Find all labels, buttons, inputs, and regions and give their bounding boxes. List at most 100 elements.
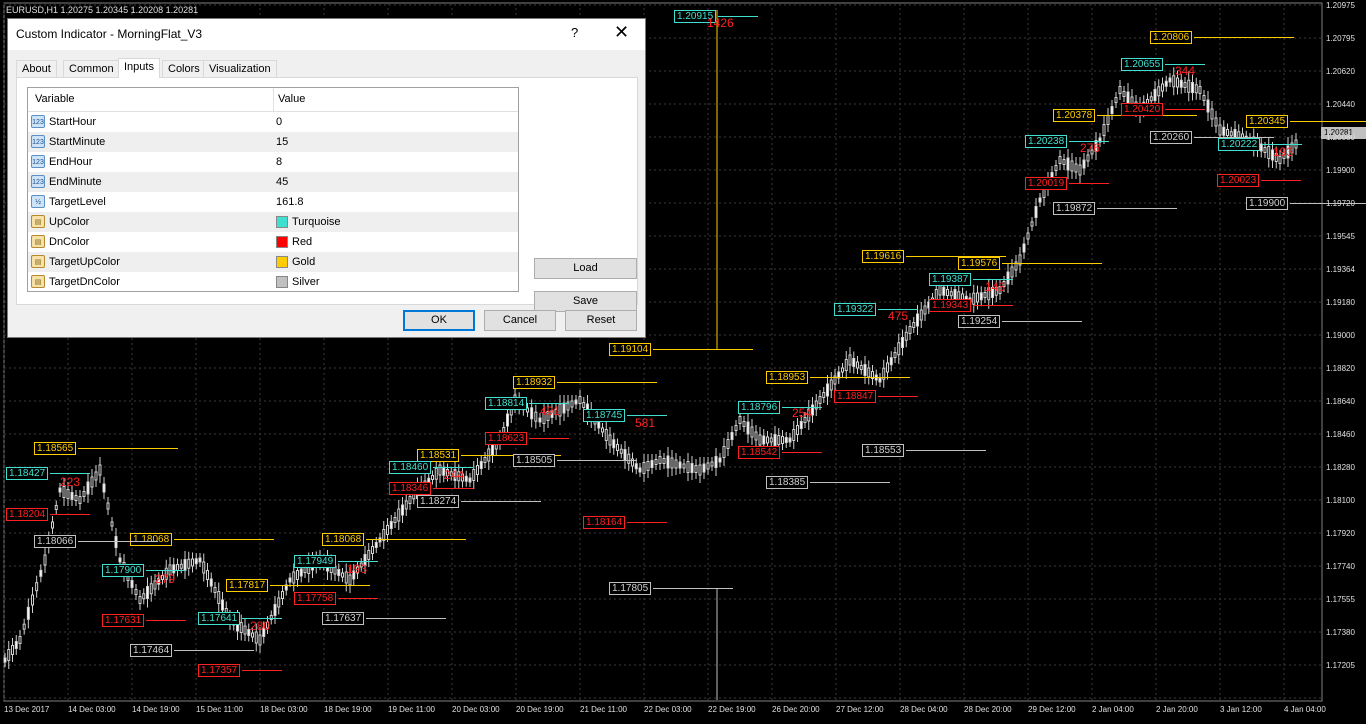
tab-about[interactable]: About [16,60,57,77]
table-row[interactable]: 123 EndMinute 45 [28,172,518,192]
candle [912,322,916,328]
param-value[interactable]: 8 [276,156,282,168]
level-line [78,541,158,542]
candle [792,429,796,441]
range-points-label: 279 [155,572,176,586]
tab-colors[interactable]: Colors [162,60,206,77]
param-value[interactable]: 0 [276,116,282,128]
table-row[interactable]: 123 StartMinute 15 [28,132,518,152]
candle [191,558,194,567]
candle [251,632,254,638]
table-row[interactable]: ▤ TargetUpColor Gold [28,252,518,272]
table-row[interactable]: ▤ TargetDnColor Silver [28,272,518,291]
param-name: TargetLevel [49,196,106,208]
level-line [653,349,753,350]
close-icon[interactable]: ✕ [614,22,629,43]
candle [1082,159,1086,169]
candle [1214,117,1218,127]
level-line [366,539,466,540]
candle [1022,243,1026,253]
price-label: 1.19322 [834,303,877,316]
time-axis-tick: 22 Dec 03:00 [644,705,692,714]
ok-button[interactable]: OK [403,310,475,331]
candle [979,292,983,301]
candle [1202,95,1206,101]
candle [1179,79,1183,88]
candle [750,426,754,438]
cancel-button[interactable]: Cancel [484,310,556,331]
param-value[interactable]: Red [292,236,312,248]
tab-visualization[interactable]: Visualization [203,60,277,77]
time-axis-tick: 29 Dec 12:00 [1028,705,1076,714]
param-value[interactable]: 45 [276,176,288,188]
candle [1157,86,1161,97]
price-label: 1.18932 [513,376,556,389]
param-value[interactable]: Turquoise [292,216,341,228]
dialog-titlebar[interactable]: Custom Indicator - MorningFlat_V3 ? ✕ [8,19,645,50]
candle [777,435,781,445]
candle [66,489,70,499]
candle [194,558,198,565]
candle [698,464,702,476]
candle [367,550,371,560]
candle [1222,126,1226,136]
tab-common[interactable]: Common [63,60,120,77]
candle [206,570,209,580]
candle [142,593,146,600]
level-line [50,514,90,515]
range-points-label: 280 [250,619,271,633]
param-value[interactable]: 15 [276,136,288,148]
table-row[interactable]: ▤ UpColor Turquoise [28,212,518,232]
table-row[interactable]: 123 EndHour 8 [28,152,518,172]
candle [674,459,678,469]
candle [878,377,882,383]
candle [841,367,844,373]
time-axis-tick: 27 Dec 12:00 [836,705,884,714]
price-label: 1.17900 [102,564,145,577]
candle [408,496,412,504]
candle [179,563,183,569]
price-label: 1.19343 [929,299,972,312]
candle [538,417,542,423]
candle [183,559,187,571]
candle [574,399,578,405]
candle [627,453,631,464]
table-row[interactable]: ½ TargetLevel 161.8 [28,192,518,212]
candle [758,434,762,446]
candle [788,437,792,443]
candle [114,536,118,548]
column-value[interactable]: Value [278,93,305,105]
color-param-icon: ▤ [31,235,45,248]
column-variable[interactable]: Variable [35,93,75,105]
custom-indicator-dialog: Custom Indicator - MorningFlat_V3 ? ✕ Ab… [7,18,646,338]
color-swatch[interactable] [276,236,288,248]
load-button[interactable]: Load [534,258,637,279]
table-row[interactable]: ▤ DnColor Red [28,232,518,252]
table-row[interactable]: 123 StartHour 0 [28,112,518,132]
reset-button[interactable]: Reset [565,310,637,331]
param-value[interactable]: Silver [292,276,320,288]
table-header: Variable Value [28,88,518,112]
price-axis-tick: 1.19180 [1326,298,1355,307]
candle [570,400,574,408]
integer-param-icon: 123 [31,135,45,148]
candle [1078,164,1082,176]
price-label: 1.20420 [1121,103,1164,116]
candle [1153,89,1157,101]
save-button[interactable]: Save [534,291,637,312]
candle [714,456,718,468]
candle [863,364,867,376]
candle [718,457,722,463]
candle [74,495,78,501]
param-name: StartMinute [49,136,106,148]
param-value[interactable]: Gold [292,256,315,268]
level-line [461,501,541,502]
param-value[interactable]: 161.8 [276,196,304,208]
color-swatch[interactable] [276,216,288,228]
price-label: 1.18346 [389,482,432,495]
color-swatch[interactable] [276,256,288,268]
tab-inputs[interactable]: Inputs [118,58,160,78]
price-label: 1.17758 [294,592,337,605]
help-icon[interactable]: ? [571,25,578,40]
color-swatch[interactable] [276,276,288,288]
